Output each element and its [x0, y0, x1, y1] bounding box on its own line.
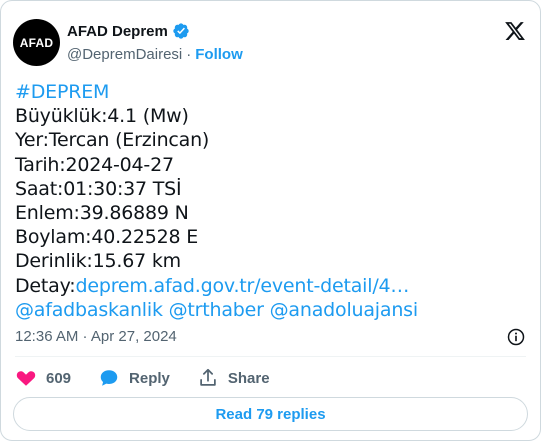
tweet-line-depth: Derinlik:15.67 km — [15, 250, 181, 273]
tweet-line-mentions: @afadbaskanlik @trthaber @anadoluajansi — [15, 298, 418, 322]
x-logo-icon[interactable] — [504, 20, 526, 42]
tweet-line-time: Saat:01:30:37 TSİ — [15, 177, 182, 200]
author-name-row[interactable]: AFAD Deprem — [67, 22, 190, 40]
tweet-line-latitude: Enlem:39.86889 N — [15, 202, 189, 225]
follow-button[interactable]: Follow — [195, 46, 243, 63]
reply-button[interactable]: Reply — [98, 367, 170, 389]
share-upload-icon — [200, 368, 216, 386]
avatar-label: AFAD — [19, 35, 54, 50]
tweet-line-detail: Detay:deprem.afad.gov.tr/event-detail/4… — [15, 274, 418, 298]
read-replies-button[interactable]: Read 79 replies — [13, 397, 528, 431]
avatar[interactable]: AFAD — [13, 19, 60, 66]
read-replies-label: Read 79 replies — [215, 405, 326, 423]
info-icon[interactable] — [506, 327, 526, 347]
tweet-line-date: Tarih:2024-04-27 — [15, 153, 174, 176]
mention-link[interactable]: @trthaber — [169, 299, 264, 321]
author-handle[interactable]: @DepremDairesi — [67, 46, 182, 63]
tweet-timestamp[interactable]: 12:36 AM · Apr 27, 2024 — [15, 328, 177, 345]
author-name[interactable]: AFAD Deprem — [67, 23, 168, 40]
tweet-card: AFAD AFAD Deprem @DepremDairesi · Follow… — [0, 0, 541, 441]
like-button[interactable]: 609 — [15, 367, 71, 389]
separator-dot: · — [186, 46, 192, 63]
like-count: 609 — [46, 369, 72, 387]
detail-link[interactable]: deprem.afad.gov.tr/event-detail/4… — [75, 275, 409, 297]
reply-label: Reply — [129, 369, 170, 387]
speech-bubble-icon — [100, 370, 118, 386]
tweet-line-magnitude: Büyüklük:4.1 (Mw) — [15, 105, 189, 128]
divider — [15, 356, 526, 357]
tweet-body: #DEPREM Büyüklük:4.1 (Mw) Yer:Tercan (Er… — [15, 80, 418, 322]
mention-link[interactable]: @anadoluajansi — [270, 299, 419, 321]
detail-prefix: Detay: — [15, 274, 76, 297]
share-button[interactable]: Share — [197, 367, 270, 389]
author-handle-row: @DepremDairesi · Follow — [67, 46, 243, 63]
tweet-line-location: Yer:Tercan (Erzincan) — [15, 129, 210, 152]
tweet-line-longitude: Boylam:40.22528 E — [15, 226, 199, 249]
verified-badge-icon — [173, 23, 189, 39]
hashtag-link[interactable]: #DEPREM — [15, 80, 418, 104]
heart-icon — [16, 371, 36, 386]
action-bar: 609 Reply Share — [15, 367, 297, 389]
share-label: Share — [227, 369, 270, 387]
mention-link[interactable]: @afadbaskanlik — [15, 299, 163, 321]
